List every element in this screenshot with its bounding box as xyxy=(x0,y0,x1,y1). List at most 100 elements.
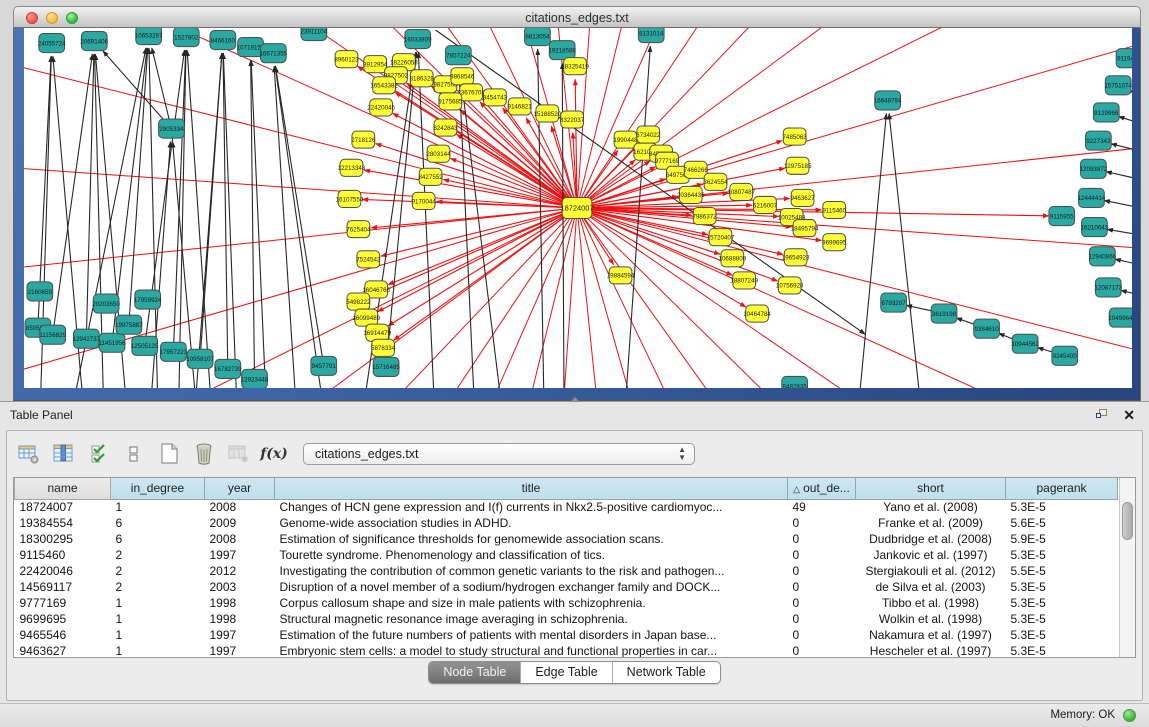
graph-node[interactable]: 9119462 xyxy=(1116,49,1132,68)
graph-node[interactable]: 12975185 xyxy=(784,157,812,174)
graph-node[interactable]: 24055724 xyxy=(38,34,66,53)
graph-node[interactable]: 18495794 xyxy=(791,220,819,237)
scrollbar-thumb[interactable] xyxy=(1122,502,1133,540)
table-row[interactable]: 969969511998Structural magnetic resonanc… xyxy=(15,611,1118,627)
graph-node[interactable]: 16210643 xyxy=(1081,218,1109,237)
graph-node[interactable]: 9463627 xyxy=(790,189,815,206)
graph-node[interactable]: 2160659 xyxy=(27,282,53,301)
table-row[interactable]: 946554611997Estimation of the future num… xyxy=(15,627,1118,643)
graph-node[interactable]: 19654923 xyxy=(782,249,810,266)
new-table-icon[interactable] xyxy=(156,441,182,467)
graph-node[interactable]: 18724007 xyxy=(561,197,594,218)
graph-node[interactable]: 8322037 xyxy=(560,111,585,128)
graph-node[interactable]: 7524542 xyxy=(356,251,381,268)
graph-node[interactable]: 16033809 xyxy=(404,30,432,49)
graph-node[interactable]: 9170044 xyxy=(412,192,437,209)
graph-node[interactable]: 6216007 xyxy=(753,196,778,213)
graph-node[interactable]: 3619198 xyxy=(931,304,957,323)
graph-node[interactable]: 9245400 xyxy=(1052,346,1078,365)
column-header-year[interactable]: year xyxy=(205,478,275,499)
graph-node[interactable]: 9868546 xyxy=(450,68,475,85)
graph-node[interactable]: 2803144 xyxy=(426,145,451,162)
graph-node[interactable]: 12444414 xyxy=(1078,188,1106,207)
graph-node[interactable]: 8960123 xyxy=(334,51,359,68)
graph-node[interactable]: 12923448 xyxy=(241,369,269,388)
graph-node[interactable]: 19218586 xyxy=(548,41,576,60)
graph-node[interactable]: 5878334 xyxy=(371,339,396,356)
graph-node[interactable]: 16099489 xyxy=(352,309,380,326)
graph-node[interactable]: 16914479 xyxy=(363,324,391,341)
graph-node[interactable]: 9115955 xyxy=(1049,206,1075,225)
graph-node[interactable]: 8186328 xyxy=(410,70,435,87)
graph-node[interactable]: 12213343 xyxy=(338,159,366,176)
graph-node[interactable]: 12087173 xyxy=(1094,278,1122,297)
table-scrollbar[interactable] xyxy=(1119,478,1135,657)
column-header-short[interactable]: short xyxy=(856,478,1006,499)
graph-node[interactable]: 9699695 xyxy=(822,234,847,251)
graph-node[interactable]: 15188520 xyxy=(534,105,562,122)
graph-node[interactable]: 1527802 xyxy=(173,28,199,47)
graph-node[interactable]: 11156829 xyxy=(39,325,66,344)
graph-node[interactable]: 9115460 xyxy=(822,201,846,218)
column-header-pagerank[interactable]: pagerank xyxy=(1006,478,1118,499)
graph-node[interactable]: 8912954 xyxy=(363,56,388,73)
table-row[interactable]: 911546021997Tourette syndrome. Phenomeno… xyxy=(15,547,1118,563)
graph-node[interactable]: 23911104 xyxy=(300,28,327,41)
graph-node[interactable]: 10653287 xyxy=(135,28,163,45)
graph-node[interactable]: 12093872 xyxy=(1080,159,1108,178)
graph-node[interactable]: 15716485 xyxy=(372,357,400,376)
graph-node[interactable]: 16782739 xyxy=(214,359,242,378)
tab-node-table[interactable]: Node Table xyxy=(429,662,520,683)
graph-node[interactable]: 20364436 xyxy=(677,186,705,203)
graph-node[interactable]: 15751074 xyxy=(1104,76,1132,95)
graph-node[interactable]: 9457791 xyxy=(311,356,337,375)
table-row[interactable]: 1830029562008Estimation of significance … xyxy=(15,531,1118,547)
close-panel-icon[interactable]: ✕ xyxy=(1123,406,1135,424)
function-builder-icon[interactable]: f(x) xyxy=(261,441,287,467)
graph-node[interactable]: 16648794 xyxy=(874,91,902,110)
graph-node[interactable]: 7485063 xyxy=(783,128,808,145)
table-row[interactable]: 1872400712008Changes of HCN gene express… xyxy=(15,499,1118,515)
graph-node[interactable]: 8813054 xyxy=(525,28,551,46)
graph-node[interactable]: 17959924 xyxy=(134,290,162,309)
graph-node[interactable]: 20203650 xyxy=(92,294,120,313)
network-graph[interactable]: 24055724 20691406 10653287 1527802 8466160 10… xyxy=(24,28,1132,388)
graph-node[interactable]: 8454743 xyxy=(483,89,508,106)
window-titlebar[interactable]: citations_edges.txt xyxy=(13,6,1141,28)
column-header-name[interactable]: name xyxy=(15,478,111,499)
column-visibility-icon[interactable] xyxy=(51,441,77,467)
graph-node[interactable]: 20691406 xyxy=(80,32,108,51)
table-row[interactable]: 946362711997Embryonic stem cells: a mode… xyxy=(15,643,1118,658)
graph-node[interactable]: 18325419 xyxy=(561,58,589,75)
graph-node[interactable]: 10688809 xyxy=(718,250,746,267)
graph-node[interactable]: 2718126 xyxy=(351,131,376,148)
graph-node[interactable]: 3624554 xyxy=(703,173,728,190)
graph-node[interactable]: 22420046 xyxy=(367,99,395,116)
delete-table-icon[interactable] xyxy=(191,441,217,467)
table-row[interactable]: 2242004622012Investigating the contribut… xyxy=(15,563,1118,579)
graph-node[interactable]: 8131014 xyxy=(638,28,664,43)
graph-node[interactable]: 12942737 xyxy=(72,329,100,348)
graph-node[interactable]: 8427552 xyxy=(418,168,443,185)
graph-node[interactable]: 9129966 xyxy=(1093,103,1119,122)
graph-node[interactable]: 9384610 xyxy=(974,319,1000,338)
graph-node[interactable]: 18807249 xyxy=(730,272,758,289)
column-header-in_degree[interactable]: in_degree xyxy=(111,478,205,499)
graph-node[interactable]: 6734022 xyxy=(636,126,661,143)
graph-node[interactable]: 16671355 xyxy=(259,44,287,63)
graph-node[interactable]: 17957223 xyxy=(160,342,188,361)
graph-node[interactable]: 12505125 xyxy=(131,336,159,355)
table-selector-dropdown[interactable]: citations_edges.txt ▲▼ xyxy=(303,443,695,465)
graph-node[interactable]: 9146821 xyxy=(508,98,533,115)
graph-node[interactable]: 5498222 xyxy=(346,293,371,310)
row-select-icon[interactable] xyxy=(86,441,112,467)
column-header-title[interactable]: title xyxy=(275,478,788,499)
graph-node[interactable]: 11451956 xyxy=(98,333,126,352)
graph-node[interactable]: 8466160 xyxy=(210,31,236,50)
network-canvas[interactable]: 24055724 20691406 10653287 1527802 8466160 10… xyxy=(24,28,1132,388)
tab-network-table[interactable]: Network Table xyxy=(612,662,720,683)
table-row[interactable]: 977716911998Corpus callosum shape and si… xyxy=(15,595,1118,611)
column-header-out_degree[interactable]: △out_de... xyxy=(788,478,856,499)
graph-node[interactable]: 12940866 xyxy=(1088,247,1116,266)
graph-node[interactable]: 15720407 xyxy=(707,229,735,246)
